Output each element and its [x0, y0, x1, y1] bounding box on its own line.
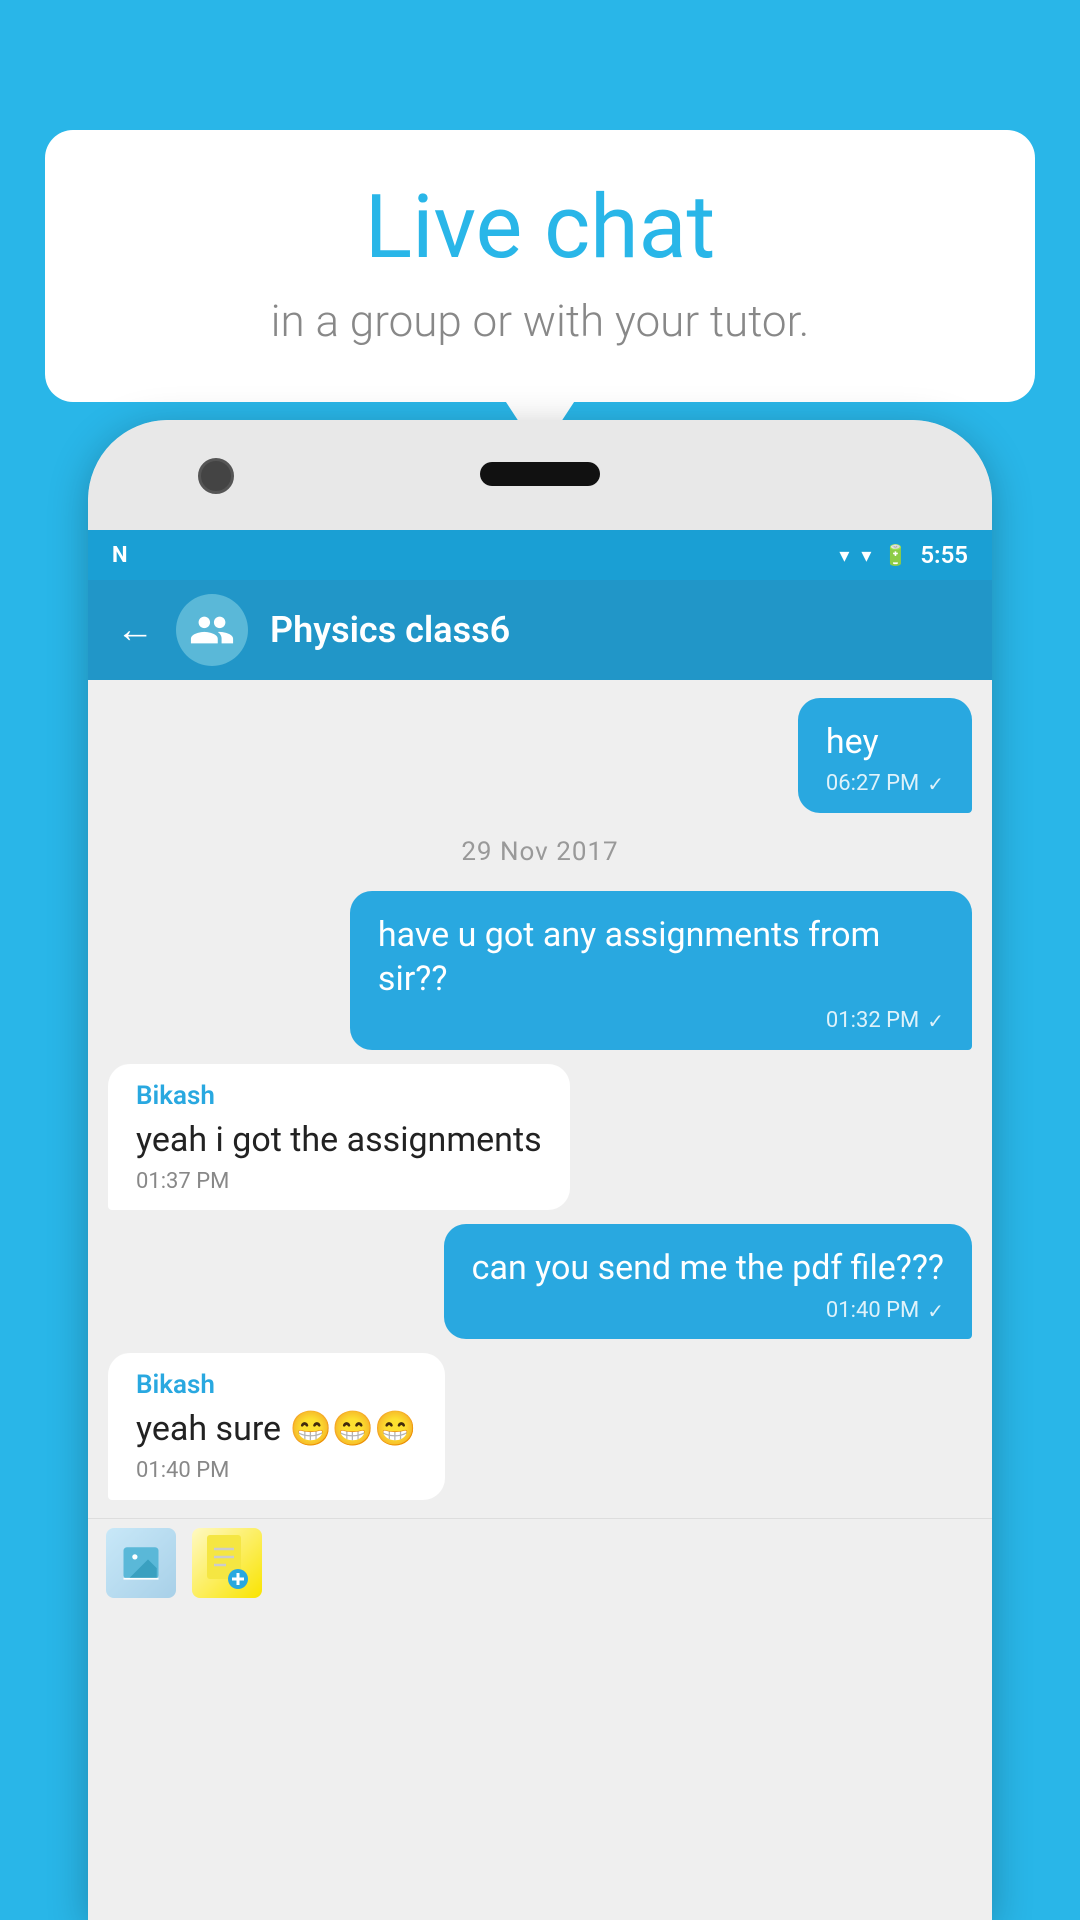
message-text: can you send me the pdf file???	[472, 1246, 944, 1290]
image-attach-button[interactable]	[106, 1528, 176, 1598]
check-icon: ✓	[927, 1008, 944, 1034]
phone-frame: N ▾ ▾ 🔋 5:55 ← Physics class6	[88, 420, 992, 1920]
speech-bubble: Live chat in a group or with your tutor.	[45, 130, 1035, 402]
status-bar: N ▾ ▾ 🔋 5:55	[88, 530, 992, 580]
notification-icon: N	[112, 543, 128, 568]
message-text: yeah i got the assignments	[136, 1118, 542, 1162]
message-text: have u got any assignments from sir??	[378, 913, 944, 1001]
earpiece	[480, 462, 600, 486]
wifi-icon: ▾	[839, 543, 849, 567]
message-text: yeah sure 😁😁😁	[136, 1407, 417, 1451]
message-time: 01:40 PM	[136, 1457, 417, 1486]
group-avatar	[176, 594, 248, 666]
received-message: Bikash yeah sure 😁😁😁 01:40 PM	[108, 1353, 445, 1500]
message-row: can you send me the pdf file??? 01:40 PM…	[108, 1224, 972, 1339]
camera-icon	[198, 458, 234, 494]
chat-title: Physics class6	[270, 609, 510, 651]
status-time: 5:55	[920, 541, 968, 569]
image-icon	[120, 1542, 162, 1584]
app-bar: ← Physics class6	[88, 580, 992, 680]
phone-screen: N ▾ ▾ 🔋 5:55 ← Physics class6	[88, 530, 992, 1920]
battery-icon: 🔋	[883, 543, 908, 567]
bottom-toolbar	[88, 1518, 992, 1608]
check-icon: ✓	[927, 771, 944, 797]
message-time: 06:27 PM ✓	[826, 770, 944, 799]
back-button[interactable]: ←	[116, 608, 154, 652]
group-icon	[189, 607, 235, 653]
signal-icon: ▾	[861, 543, 871, 567]
message-row: Bikash yeah i got the assignments 01:37 …	[108, 1064, 972, 1211]
date-divider: 29 Nov 2017	[108, 827, 972, 877]
status-left: N	[112, 543, 128, 568]
sent-message: hey 06:27 PM ✓	[798, 698, 972, 813]
message-row: hey 06:27 PM ✓	[108, 698, 972, 813]
phone-top	[88, 420, 992, 530]
chat-area[interactable]: hey 06:27 PM ✓ 29 Nov 2017 have u got an…	[88, 680, 992, 1518]
document-icon	[202, 1533, 252, 1593]
message-time: 01:32 PM ✓	[378, 1007, 944, 1036]
document-attach-button[interactable]	[192, 1528, 262, 1598]
live-chat-subtitle: in a group or with your tutor.	[105, 295, 975, 347]
sender-name: Bikash	[136, 1369, 417, 1403]
live-chat-title: Live chat	[105, 180, 975, 277]
message-row: Bikash yeah sure 😁😁😁 01:40 PM	[108, 1353, 972, 1500]
received-message: Bikash yeah i got the assignments 01:37 …	[108, 1064, 570, 1211]
sent-message: can you send me the pdf file??? 01:40 PM…	[444, 1224, 972, 1339]
message-time: 01:40 PM ✓	[472, 1297, 944, 1326]
sender-name: Bikash	[136, 1080, 542, 1114]
status-right: ▾ ▾ 🔋 5:55	[839, 541, 968, 569]
message-time: 01:37 PM	[136, 1168, 542, 1197]
message-text: hey	[826, 720, 944, 764]
message-row: have u got any assignments from sir?? 01…	[108, 891, 972, 1050]
sent-message: have u got any assignments from sir?? 01…	[350, 891, 972, 1050]
check-icon: ✓	[927, 1298, 944, 1324]
